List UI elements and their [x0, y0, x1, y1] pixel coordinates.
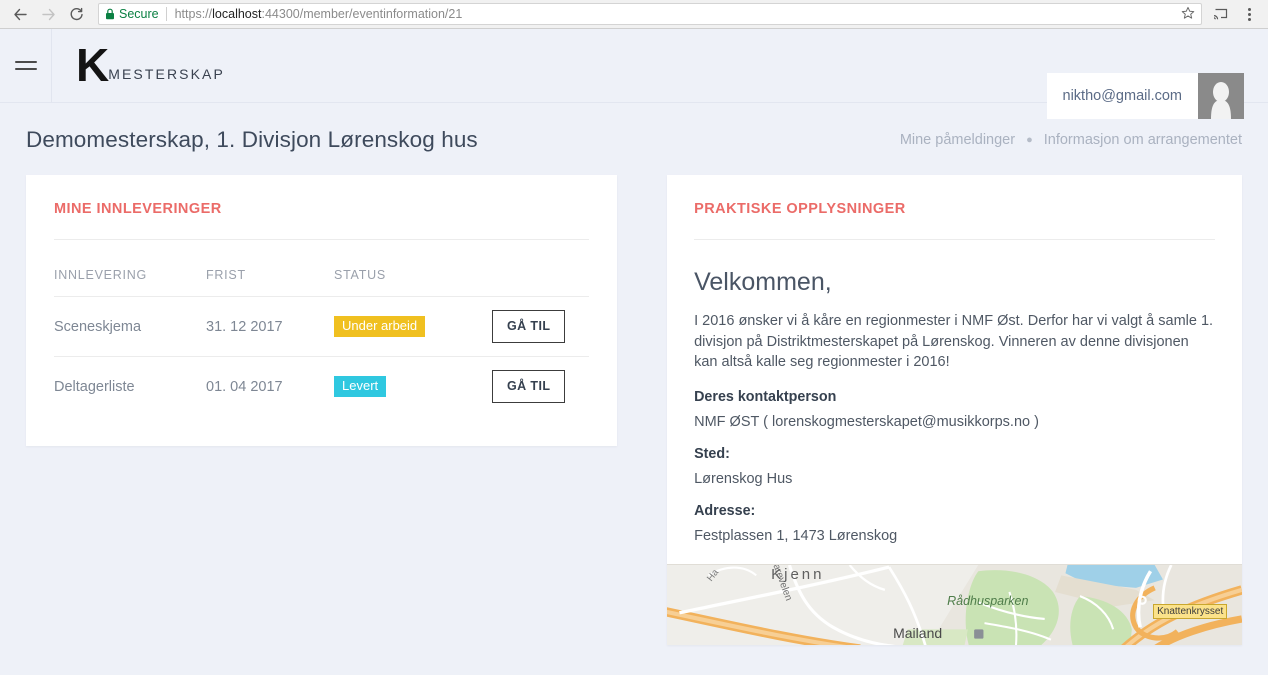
place-value: Lørenskog Hus	[694, 470, 793, 487]
table-row: Sceneskjema 31. 12 2017 Under arbeid GÅ …	[54, 296, 590, 357]
place-label: Sted:	[694, 445, 730, 462]
page-title: Demomesterskap, 1. Divisjon Lørenskog hu…	[26, 127, 478, 152]
go-to-button[interactable]: GÅ TIL	[492, 310, 566, 343]
url-scheme: https://	[174, 7, 213, 21]
browser-toolbar: Secure https://localhost:44300/member/ev…	[0, 0, 1268, 29]
info-paragraph: I 2016 ønsker vi å kåre en regionmester …	[694, 313, 1214, 371]
logo-wordmark: MESTERSKAP	[108, 65, 225, 82]
column-header-innlevering: INNLEVERING	[54, 268, 147, 282]
url-host: localhost	[212, 7, 262, 21]
submission-status: Under arbeid	[334, 296, 492, 357]
logo-mark: K	[76, 38, 109, 91]
submission-name: Sceneskjema	[54, 296, 206, 357]
user-avatar-icon[interactable]	[1198, 73, 1244, 119]
map-graphic	[667, 564, 1242, 645]
info-card-heading: PRAKTISKE OPPLYSNINGER	[694, 201, 906, 217]
user-account-box[interactable]: niktho@gmail.com	[1046, 73, 1244, 119]
breadcrumb-item-mine-pameldinger[interactable]: Mine påmeldinger	[900, 132, 1015, 148]
submissions-card: MINE INNLEVERINGER INNLEVERING FRIST STA…	[26, 175, 618, 446]
practical-info-card: PRAKTISKE OPPLYSNINGER Velkommen, I 2016…	[667, 175, 1242, 645]
address-value: Festplassen 1, 1473 Lørenskog	[694, 527, 898, 544]
column-header-action	[492, 262, 589, 297]
breadcrumb-item-informasjon[interactable]: Informasjon om arrangementet	[1044, 132, 1242, 148]
status-badge: Under arbeid	[334, 315, 426, 338]
card-divider	[54, 239, 590, 240]
main-content: MINE INNLEVERINGER INNLEVERING FRIST STA…	[0, 175, 1268, 645]
column-header-frist: FRIST	[206, 268, 246, 282]
brand-logo[interactable]: K MESTERSKAP	[76, 38, 225, 91]
submission-action: GÅ TIL	[492, 296, 590, 357]
submission-name: Deltagerliste	[54, 356, 206, 416]
cast-icon[interactable]	[1208, 2, 1234, 26]
lock-icon	[106, 8, 114, 20]
browser-actions	[1208, 2, 1262, 26]
forward-arrow-icon	[34, 2, 62, 26]
go-to-button[interactable]: GÅ TIL	[492, 370, 566, 403]
url-text: https://localhost:44300/member/eventinfo…	[175, 7, 463, 21]
omnibox-divider	[165, 7, 167, 21]
url-path: :44300/member/eventinformation/21	[261, 7, 463, 21]
welcome-heading: Velkommen,	[694, 268, 832, 296]
submission-deadline: 31. 12 2017	[206, 296, 334, 357]
location-map[interactable]: Ha arevelen Kjenn Rådhusparken Mailand K…	[667, 563, 1242, 645]
submissions-card-heading: MINE INNLEVERINGER	[54, 201, 222, 217]
hamburger-menu-icon[interactable]	[0, 28, 52, 103]
table-header-row: INNLEVERING FRIST STATUS	[54, 262, 589, 297]
address-bar[interactable]: Secure https://localhost:44300/member/ev…	[98, 3, 1202, 25]
card-divider	[694, 239, 1215, 240]
secure-indicator: Secure	[105, 7, 166, 21]
status-badge: Levert	[334, 375, 387, 398]
table-row: Deltagerliste 01. 04 2017 Levert GÅ TIL	[54, 356, 590, 416]
bookmark-star-icon[interactable]	[1175, 6, 1195, 23]
breadcrumb: Mine påmeldinger ● Informasjon om arrang…	[900, 132, 1242, 148]
submission-status: Levert	[334, 356, 492, 416]
secure-label: Secure	[119, 7, 159, 21]
address-label: Adresse:	[694, 502, 756, 519]
reload-icon[interactable]	[62, 2, 90, 26]
contact-label: Deres kontaktperson	[694, 388, 837, 405]
submission-action: GÅ TIL	[492, 356, 590, 416]
column-header-status: STATUS	[334, 268, 386, 282]
user-email: niktho@gmail.com	[1046, 73, 1198, 119]
kebab-menu-icon[interactable]	[1236, 2, 1262, 26]
back-arrow-icon[interactable]	[6, 2, 34, 26]
app-header: K MESTERSKAP niktho@gmail.com	[0, 28, 1268, 119]
contact-value: NMF ØST ( lorenskogmesterskapet@musikkor…	[694, 413, 1039, 430]
submissions-table: INNLEVERING FRIST STATUS Sceneskjema 31.…	[54, 262, 590, 416]
breadcrumb-separator-icon: ●	[1026, 134, 1033, 146]
submission-deadline: 01. 04 2017	[206, 356, 334, 416]
